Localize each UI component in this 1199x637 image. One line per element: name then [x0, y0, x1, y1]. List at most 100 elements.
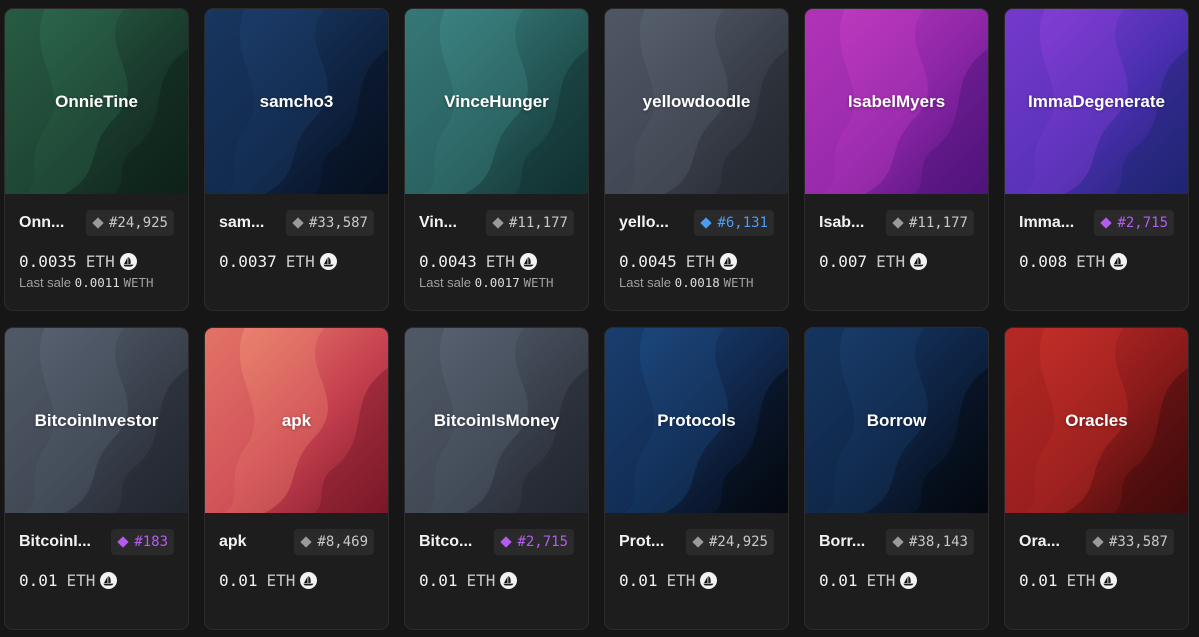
nft-image[interactable]: BitcoinIsMoney [405, 328, 588, 513]
nft-image-title: ImmaDegenerate [1027, 91, 1165, 111]
nft-card[interactable]: VinceHunger Vin... #11,177 0.0043 ETH Last… [404, 8, 589, 311]
opensea-icon [100, 571, 118, 589]
nft-card[interactable]: BitcoinIsMoney Bitco... #2,715 0.01 ETH [404, 327, 589, 630]
nft-image[interactable]: samcho3 [205, 9, 388, 194]
opensea-icon [300, 571, 318, 589]
nft-info: Isab... #11,177 0.007 ETH [805, 208, 988, 272]
diamond-icon [492, 217, 504, 229]
nft-name[interactable]: Isab... [819, 214, 864, 232]
rarity-rank-badge[interactable]: #24,925 [685, 529, 774, 555]
rarity-rank: #24,925 [108, 215, 168, 231]
rarity-rank-badge[interactable]: #33,587 [1085, 529, 1174, 555]
price-row: 0.007 ETH [819, 250, 974, 272]
nft-info: Bitco... #2,715 0.01 ETH [405, 527, 588, 591]
price-row: 0.01 ETH [1019, 569, 1174, 591]
diamond-icon [292, 217, 304, 229]
nft-name[interactable]: Ora... [1019, 533, 1060, 551]
price-value: 0.01 [419, 570, 458, 590]
diamond-icon [892, 536, 904, 548]
rarity-rank-badge[interactable]: #11,177 [885, 210, 974, 236]
price-unit: ETH [876, 251, 906, 271]
nft-info: yello... #6,131 0.0045 ETH Last sale 0.001… [605, 208, 788, 290]
last-sale: Last sale 0.0017 WETH [419, 275, 574, 290]
price-row: 0.0035 ETH [19, 250, 174, 272]
nft-image-title: Protocols [657, 410, 736, 430]
rarity-rank: #183 [134, 534, 168, 550]
rarity-rank-badge[interactable]: #183 [111, 529, 174, 555]
last-sale-unit: WETH [123, 275, 154, 290]
nft-card[interactable]: samcho3 sam... #33,587 0.0037 ETH [204, 8, 389, 311]
price-value: 0.0035 [19, 251, 77, 271]
nft-image-title: BitcoinIsMoney [433, 410, 560, 430]
rarity-rank: #11,177 [908, 215, 968, 231]
rarity-rank-badge[interactable]: #38,143 [885, 529, 974, 555]
price-row: 0.0045 ETH [619, 250, 774, 272]
nft-name[interactable]: yello... [619, 214, 669, 232]
opensea-icon [319, 252, 337, 270]
nft-image[interactable]: ImmaDegenerate [1005, 9, 1188, 194]
price-row: 0.01 ETH [819, 569, 974, 591]
diamond-icon [500, 536, 513, 548]
rarity-rank-badge[interactable]: #33,587 [285, 210, 374, 236]
opensea-icon [700, 571, 718, 589]
price-unit: ETH [66, 570, 96, 590]
opensea-icon [1110, 252, 1128, 270]
nft-image[interactable]: apk [205, 328, 388, 513]
nft-image-title: IsabelMyers [847, 91, 946, 111]
nft-card[interactable]: Oracles Ora... #33,587 0.01 ETH [1004, 327, 1189, 630]
nft-name[interactable]: Onn... [19, 214, 64, 232]
nft-name[interactable]: Prot... [619, 533, 664, 551]
nft-image[interactable]: IsabelMyers [805, 9, 988, 194]
price-value: 0.01 [219, 570, 258, 590]
nft-image[interactable]: Protocols [605, 328, 788, 513]
last-sale: Last sale 0.0018 WETH [619, 275, 774, 290]
nft-name[interactable]: Bitco... [419, 533, 472, 551]
nft-card[interactable]: ImmaDegenerate Imma... #2,715 0.008 ETH [1004, 8, 1189, 311]
price-row: 0.0043 ETH [419, 250, 574, 272]
opensea-icon [1100, 571, 1118, 589]
nft-image[interactable]: yellowdoodle [605, 9, 788, 194]
nft-image[interactable]: OnnieTine [5, 9, 188, 194]
nft-info: Imma... #2,715 0.008 ETH [1005, 208, 1188, 272]
nft-card[interactable]: yellowdoodle yello... #6,131 0.0045 ETH La… [604, 8, 789, 311]
nft-card[interactable]: Protocols Prot... #24,925 0.01 ETH [604, 327, 789, 630]
nft-info: Onn... #24,925 0.0035 ETH Last sale 0.0011… [5, 208, 188, 290]
diamond-icon [1092, 536, 1104, 548]
nft-name[interactable]: Imma... [1019, 214, 1074, 232]
rarity-rank-badge[interactable]: #2,715 [494, 529, 574, 555]
nft-card[interactable]: OnnieTine Onn... #24,925 0.0035 ETH Last s… [4, 8, 189, 311]
price-value: 0.01 [1019, 570, 1058, 590]
price-unit: ETH [266, 570, 296, 590]
rarity-rank-badge[interactable]: #8,469 [294, 529, 374, 555]
nft-image[interactable]: Oracles [1005, 328, 1188, 513]
rarity-rank: #11,177 [508, 215, 568, 231]
nft-name[interactable]: Vin... [419, 214, 457, 232]
nft-image[interactable]: VinceHunger [405, 9, 588, 194]
last-sale-unit: WETH [523, 275, 554, 290]
nft-card[interactable]: Borrow Borr... #38,143 0.01 ETH [804, 327, 989, 630]
rarity-rank-badge[interactable]: #11,177 [485, 210, 574, 236]
nft-image-title: OnnieTine [55, 91, 138, 111]
nft-card[interactable]: BitcoinInvestor BitcoinI... #183 0.01 ETH [4, 327, 189, 630]
nft-name[interactable]: apk [219, 533, 247, 551]
rarity-rank-badge[interactable]: #2,715 [1094, 210, 1174, 236]
rarity-rank-badge[interactable]: #6,131 [694, 210, 774, 236]
price-value: 0.01 [19, 570, 58, 590]
nft-image[interactable]: BitcoinInvestor [5, 328, 188, 513]
nft-card[interactable]: apk apk #8,469 0.01 ETH [204, 327, 389, 630]
nft-image-title: BitcoinInvestor [34, 410, 159, 430]
nft-image-title: samcho3 [259, 91, 334, 111]
rarity-rank: #38,143 [908, 534, 968, 550]
nft-name[interactable]: sam... [219, 214, 264, 232]
nft-info: BitcoinI... #183 0.01 ETH [5, 527, 188, 591]
rarity-rank: #2,715 [517, 534, 568, 550]
nft-name[interactable]: BitcoinI... [19, 533, 91, 551]
nft-card[interactable]: IsabelMyers Isab... #11,177 0.007 ETH [804, 8, 989, 311]
price-value: 0.007 [819, 251, 868, 271]
rarity-rank-badge[interactable]: #24,925 [85, 210, 174, 236]
price-row: 0.008 ETH [1019, 250, 1174, 272]
nft-image[interactable]: Borrow [805, 328, 988, 513]
diamond-icon [892, 217, 904, 229]
nft-name[interactable]: Borr... [819, 533, 865, 551]
price-row: 0.01 ETH [219, 569, 374, 591]
